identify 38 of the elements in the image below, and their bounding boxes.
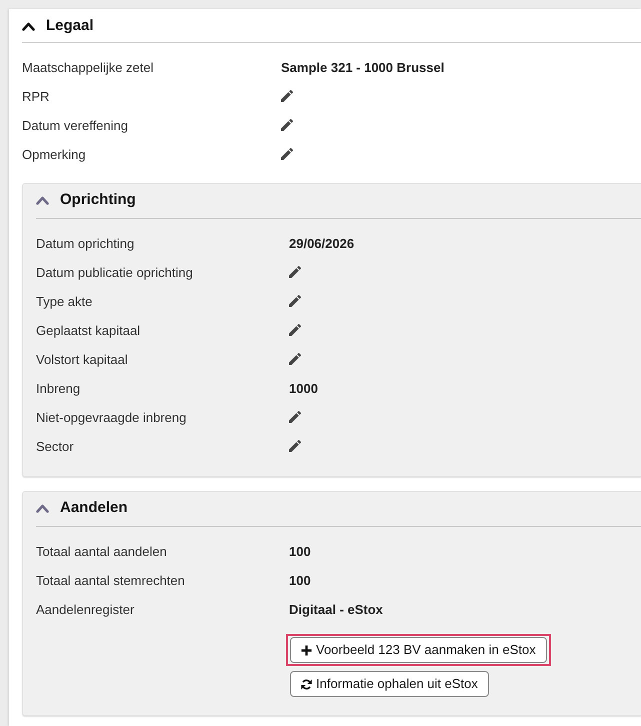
section-title: Legaal bbox=[46, 16, 94, 36]
field-value: 100 bbox=[289, 572, 311, 590]
field-value: 1000 bbox=[289, 380, 318, 398]
field-label: Totaal aantal stemrechten bbox=[36, 572, 186, 590]
pencil-icon[interactable] bbox=[281, 119, 293, 131]
pencil-icon[interactable] bbox=[281, 90, 293, 102]
field-label: Datum vereffening bbox=[22, 117, 129, 135]
field-label: Datum oprichting bbox=[36, 235, 136, 253]
pencil-icon[interactable] bbox=[289, 411, 301, 423]
field-value: 29/06/2026 bbox=[289, 235, 354, 253]
field-label: Sector bbox=[36, 438, 75, 456]
field-label: Geplaatst kapitaal bbox=[36, 322, 142, 340]
field-label: RPR bbox=[22, 88, 50, 106]
field-value: 100 bbox=[289, 543, 311, 561]
plus-icon bbox=[301, 644, 312, 656]
pencil-icon[interactable] bbox=[289, 353, 301, 365]
field-value: Digitaal - eStox bbox=[289, 601, 383, 619]
field-label: Niet-opgevraagde inbreng bbox=[36, 409, 188, 427]
pencil-icon[interactable] bbox=[289, 440, 301, 452]
field-label: Volstort kapitaal bbox=[36, 351, 129, 369]
action-button[interactable]: Voorbeeld 123 BV aanmaken in eStox bbox=[290, 637, 547, 663]
section-title: Oprichting bbox=[60, 190, 136, 210]
field-label: Datum publicatie oprichting bbox=[36, 264, 194, 282]
pencil-icon[interactable] bbox=[289, 266, 301, 278]
field-label: Inbreng bbox=[36, 380, 82, 398]
chevron-up-icon[interactable] bbox=[22, 22, 35, 30]
field-label: Maatschappelijke zetel bbox=[22, 59, 155, 77]
pencil-icon[interactable] bbox=[281, 148, 293, 160]
field-label: Totaal aantal aandelen bbox=[36, 543, 168, 561]
field-label: Aandelenregister bbox=[36, 601, 136, 619]
field-label: Opmerking bbox=[22, 146, 87, 164]
field-label: Type akte bbox=[36, 293, 94, 311]
pencil-icon[interactable] bbox=[289, 295, 301, 307]
section-title: Aandelen bbox=[60, 498, 128, 518]
pencil-icon[interactable] bbox=[289, 324, 301, 336]
field-value: Sample 321 - 1000 Brussel bbox=[281, 59, 444, 77]
refresh-icon bbox=[301, 678, 312, 690]
action-button[interactable]: Informatie ophalen uit eStox bbox=[290, 671, 489, 697]
